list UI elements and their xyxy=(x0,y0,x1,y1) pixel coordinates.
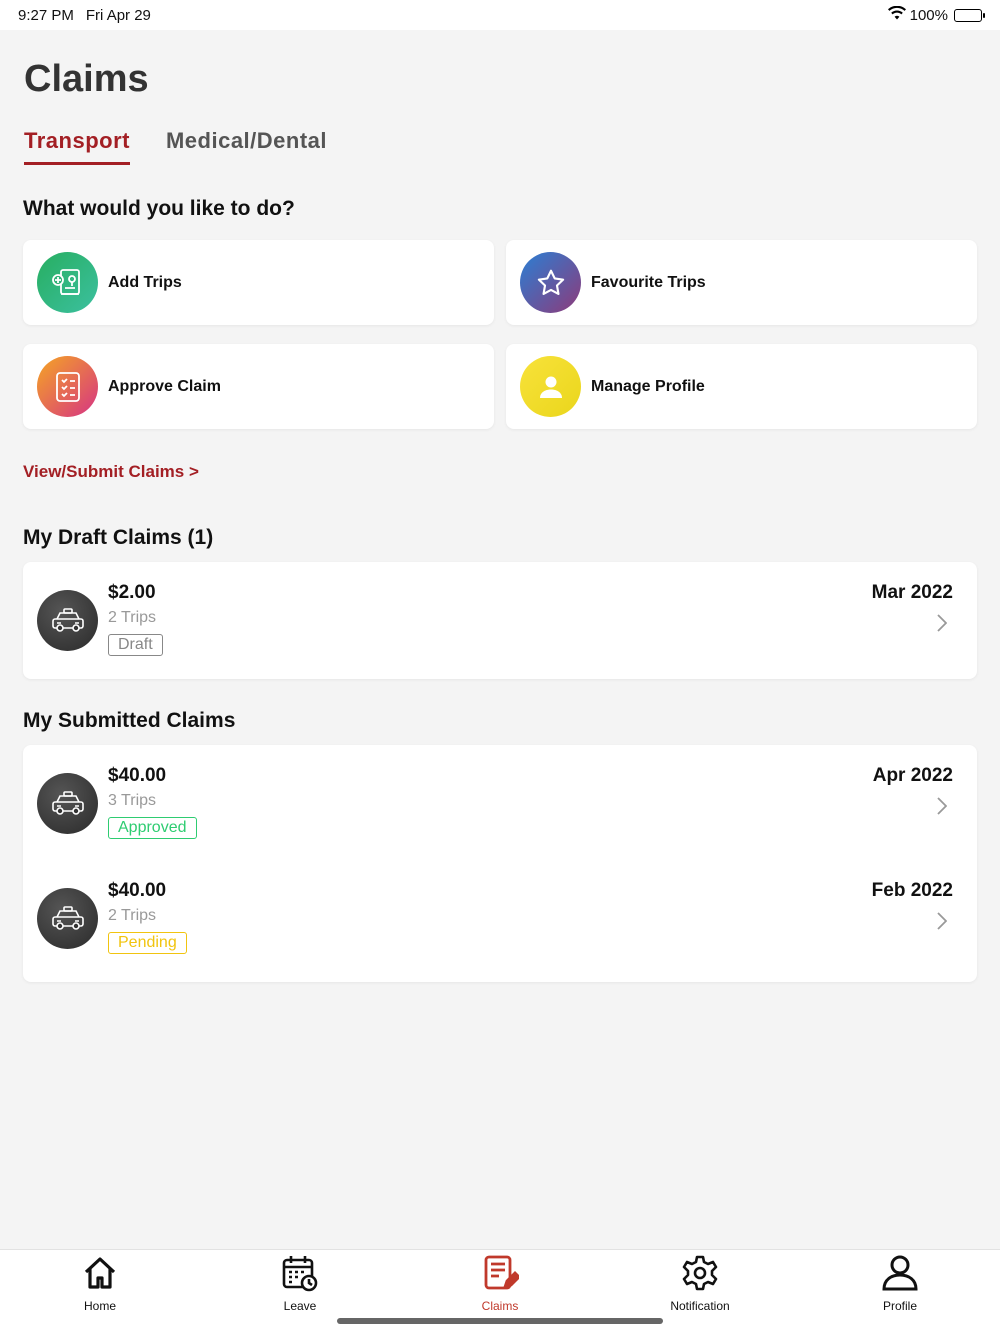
nav-label: Leave xyxy=(283,1299,317,1313)
add-trips-label: Add Trips xyxy=(108,273,182,291)
view-submit-claims-link[interactable]: View/Submit Claims > xyxy=(23,462,199,482)
status-time: 9:27 PM xyxy=(18,6,74,24)
submitted-claims-list: $40.00 3 Trips Approved Apr 2022 $40.00 … xyxy=(23,745,977,982)
claim-date: Mar 2022 xyxy=(871,582,953,603)
claim-trips: 3 Trips xyxy=(108,792,157,809)
nav-label: Home xyxy=(83,1299,116,1313)
submitted-claims-heading: My Submitted Claims xyxy=(23,709,236,732)
claim-row-approved[interactable]: $40.00 3 Trips Approved Apr 2022 xyxy=(23,745,977,860)
tab-medical-dental[interactable]: Medical/Dental xyxy=(166,128,327,165)
claim-date: Apr 2022 xyxy=(872,765,953,786)
approve-claim-label: Approve Claim xyxy=(108,377,221,395)
chevron-right-icon xyxy=(937,614,948,637)
status-badge: Draft xyxy=(108,634,163,656)
star-icon xyxy=(520,252,581,313)
claim-row-pending[interactable]: $40.00 2 Trips Pending Feb 2022 xyxy=(23,860,977,975)
user-icon xyxy=(520,356,581,417)
claim-amount: $2.00 xyxy=(108,582,156,603)
calendar-clock-icon xyxy=(281,1254,319,1297)
home-icon xyxy=(81,1254,119,1297)
claim-trips: 2 Trips xyxy=(108,609,157,626)
chevron-right-icon xyxy=(937,912,948,935)
nav-item-profile[interactable]: Profile xyxy=(800,1250,1000,1334)
nav-label: Claims xyxy=(481,1299,519,1313)
claim-date: Feb 2022 xyxy=(871,880,953,901)
nav-label: Profile xyxy=(882,1299,917,1313)
tab-transport[interactable]: Transport xyxy=(24,128,130,165)
home-indicator xyxy=(337,1318,663,1324)
claim-type-tabs: Transport Medical/Dental xyxy=(24,128,327,165)
taxi-icon xyxy=(37,773,98,834)
wifi-icon xyxy=(887,5,906,24)
manage-profile-button[interactable]: Manage Profile xyxy=(506,344,977,429)
battery-icon xyxy=(954,8,985,22)
add-trip-icon xyxy=(37,252,98,313)
draft-claims-heading: My Draft Claims (1) xyxy=(23,526,214,549)
claims-icon xyxy=(481,1254,521,1297)
draft-claims-list: $2.00 2 Trips Draft Mar 2022 xyxy=(23,562,977,679)
battery-percent: 100% xyxy=(909,6,948,24)
nav-item-home[interactable]: Home xyxy=(0,1250,200,1334)
profile-icon xyxy=(881,1254,919,1297)
manage-profile-label: Manage Profile xyxy=(591,377,705,395)
claim-amount: $40.00 xyxy=(108,765,167,786)
approve-claim-button[interactable]: Approve Claim xyxy=(23,344,494,429)
actions-heading: What would you like to do? xyxy=(23,197,295,220)
checklist-icon xyxy=(37,356,98,417)
status-date: Fri Apr 29 xyxy=(85,6,151,24)
taxi-icon xyxy=(37,590,98,651)
claim-row-draft[interactable]: $2.00 2 Trips Draft Mar 2022 xyxy=(23,562,977,677)
status-badge: Pending xyxy=(108,932,187,954)
status-badge: Approved xyxy=(108,817,197,839)
nav-label: Notification xyxy=(670,1299,730,1313)
claim-trips: 2 Trips xyxy=(108,907,157,924)
gear-icon xyxy=(681,1254,719,1297)
chevron-right-icon xyxy=(937,797,948,820)
favourite-trips-button[interactable]: Favourite Trips xyxy=(506,240,977,325)
status-bar: 9:27 PM Fri Apr 29 100% xyxy=(0,0,1000,30)
claim-amount: $40.00 xyxy=(108,880,167,901)
page-title: Claims xyxy=(24,58,149,100)
favourite-trips-label: Favourite Trips xyxy=(591,273,706,291)
taxi-icon xyxy=(37,888,98,949)
add-trips-button[interactable]: Add Trips xyxy=(23,240,494,325)
